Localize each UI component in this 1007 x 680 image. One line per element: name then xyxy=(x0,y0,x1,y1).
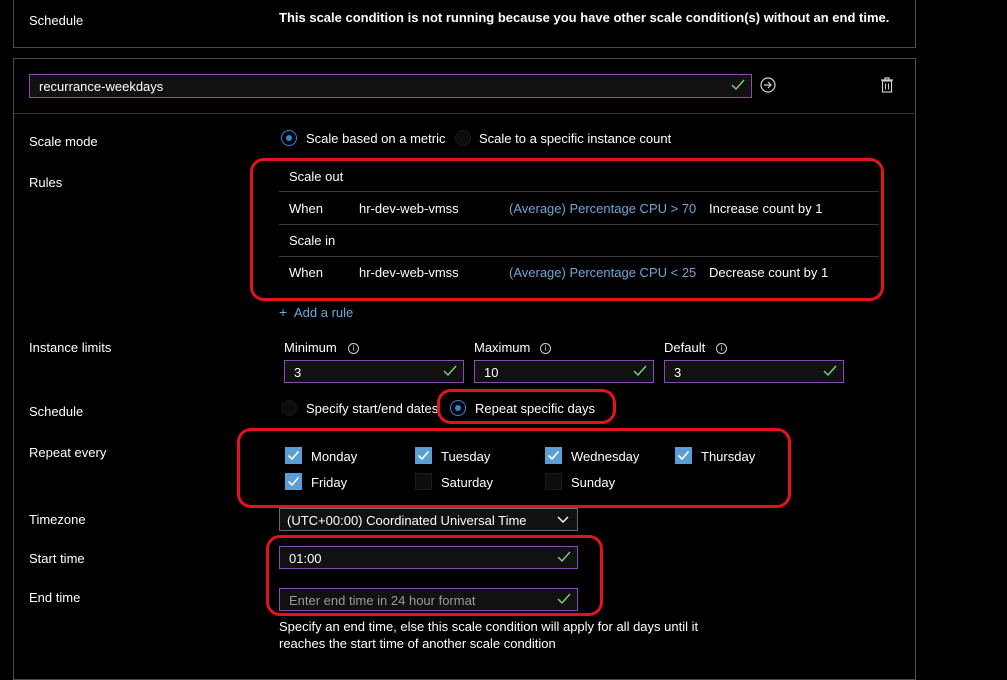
radio-scale-metric[interactable] xyxy=(281,130,297,146)
radio-scale-count[interactable] xyxy=(455,130,471,146)
minimum-value: 3 xyxy=(294,365,302,380)
valid-check-icon xyxy=(823,365,837,377)
timezone-label: Timezone xyxy=(29,512,86,527)
scale-mode-label: Scale mode xyxy=(29,134,98,149)
default-input[interactable]: 3 xyxy=(664,360,844,383)
start-time-label: Start time xyxy=(29,551,85,566)
condition-name-input[interactable]: recurrance-weekdays xyxy=(29,74,752,98)
chevron-down-icon xyxy=(557,516,569,523)
radio-scale-count-label[interactable]: Scale to a specific instance count xyxy=(479,131,671,146)
plus-icon[interactable]: + xyxy=(279,304,287,320)
info-icon[interactable]: i xyxy=(540,343,551,354)
rules-highlight xyxy=(250,158,884,301)
add-rule-link[interactable]: Add a rule xyxy=(294,305,353,320)
end-time-label: End time xyxy=(29,590,81,605)
condition-header-divider xyxy=(14,113,914,114)
repeat-every-label: Repeat every xyxy=(29,445,107,460)
time-inputs-highlight xyxy=(266,535,603,616)
valid-check-icon xyxy=(443,365,457,377)
minimum-input[interactable]: 3 xyxy=(284,360,464,383)
maximum-label: Maximum xyxy=(474,340,531,355)
schedule-banner-panel: Schedule This scale condition is not run… xyxy=(13,0,916,48)
instance-limits-label: Instance limits xyxy=(29,340,112,355)
maximum-input[interactable]: 10 xyxy=(474,360,654,383)
arrow-right-circle-icon[interactable] xyxy=(760,77,776,93)
condition-name-value: recurrance-weekdays xyxy=(39,79,164,94)
default-value: 3 xyxy=(674,365,682,380)
schedule-label: Schedule xyxy=(29,404,84,419)
trash-icon[interactable] xyxy=(880,77,894,93)
rules-label: Rules xyxy=(29,175,63,190)
schedule-banner-label: Schedule xyxy=(29,13,84,28)
end-time-hint-line2: reaches the start time of another scale … xyxy=(279,636,556,651)
info-icon[interactable]: i xyxy=(348,343,359,354)
radio-specify-dates-label[interactable]: Specify start/end dates xyxy=(306,401,438,416)
maximum-value: 10 xyxy=(484,365,499,380)
repeat-days-highlight xyxy=(437,389,616,424)
info-icon[interactable]: i xyxy=(716,343,727,354)
radio-scale-metric-label[interactable]: Scale based on a metric xyxy=(306,131,445,146)
radio-specify-dates[interactable] xyxy=(281,400,297,416)
default-label: Default xyxy=(664,340,706,355)
timezone-select[interactable]: (UTC+00:00) Coordinated Universal Time xyxy=(279,508,578,531)
valid-check-icon xyxy=(731,79,745,91)
repeat-days-checkbox-highlight xyxy=(237,428,791,508)
schedule-banner-message: This scale condition is not running beca… xyxy=(279,10,890,25)
minimum-label: Minimum xyxy=(284,340,337,355)
valid-check-icon xyxy=(633,365,647,377)
timezone-value: (UTC+00:00) Coordinated Universal Time xyxy=(287,513,527,528)
end-time-hint-line1: Specify an end time, else this scale con… xyxy=(279,619,699,634)
